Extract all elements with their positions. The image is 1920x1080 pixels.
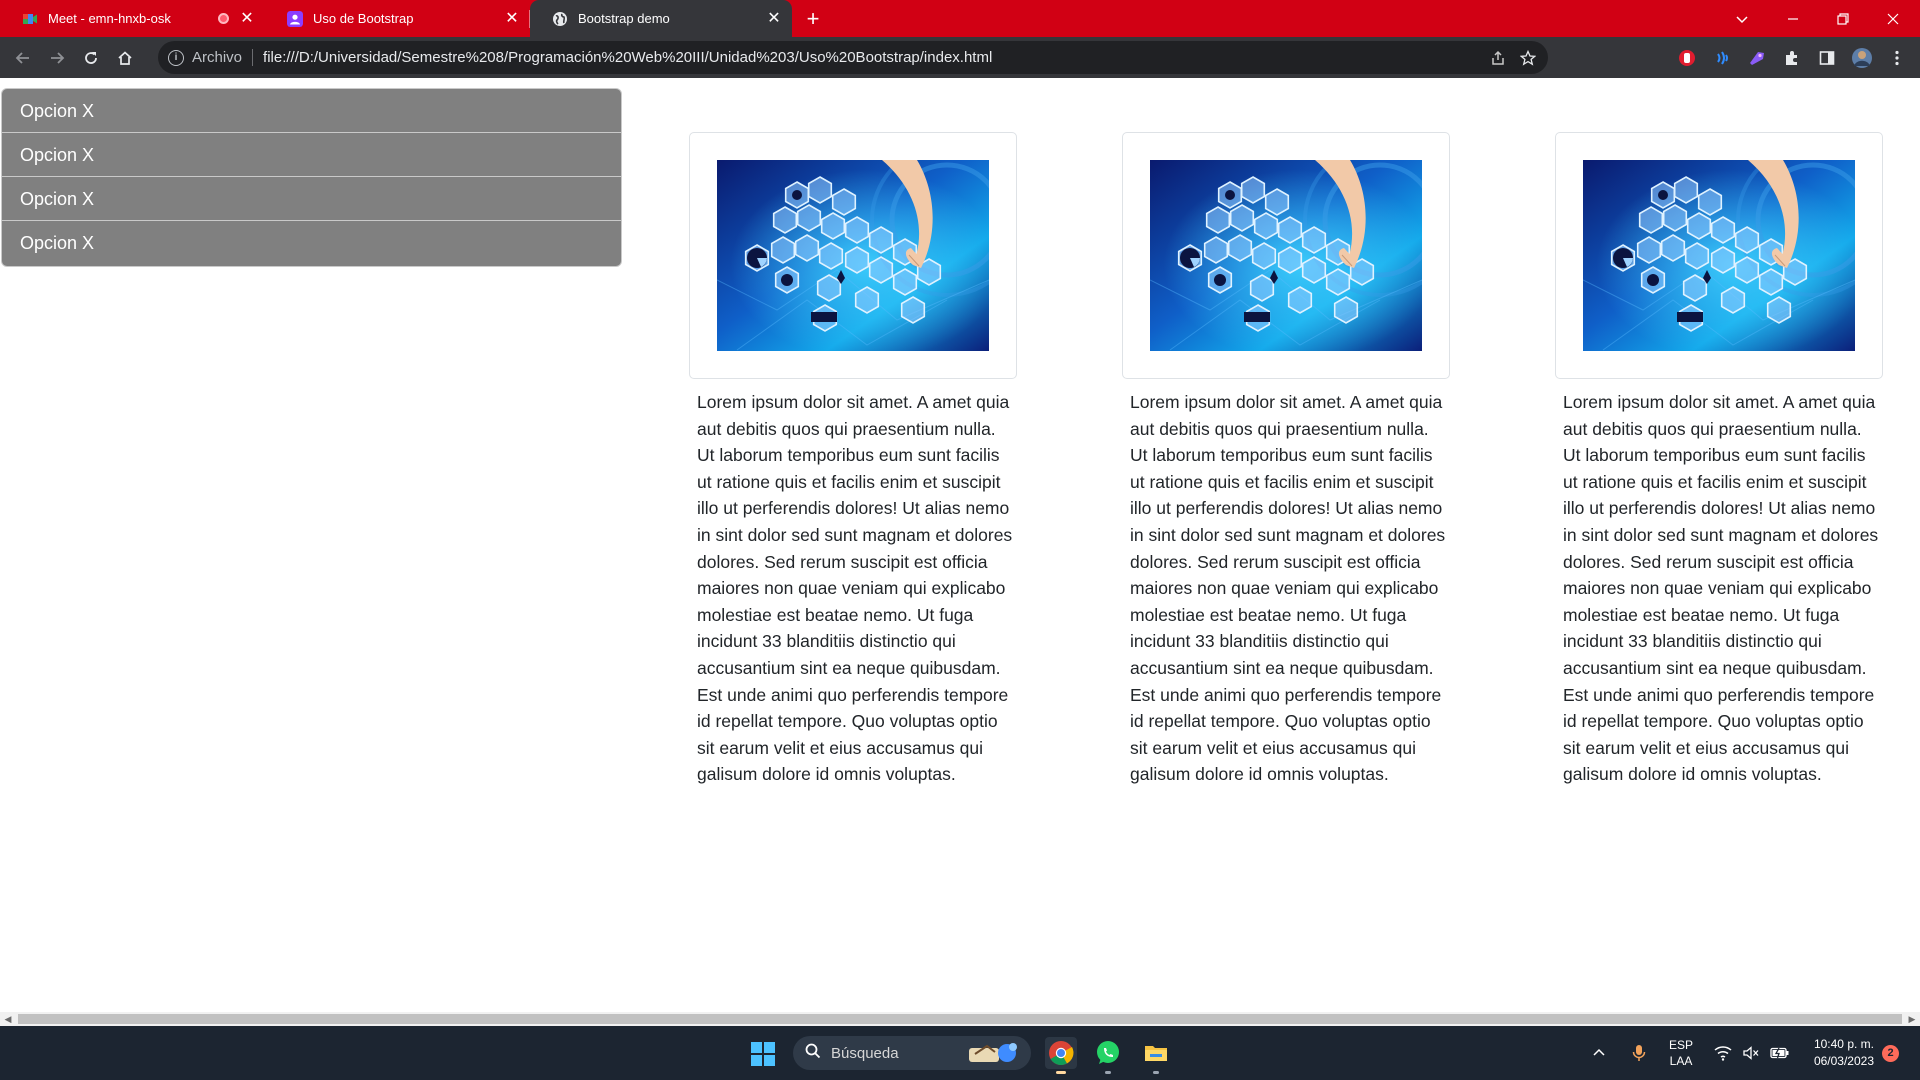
hand-extension-icon[interactable]	[1669, 40, 1704, 75]
keyboard-layout: LAA	[1669, 1054, 1693, 1068]
forward-arrow-icon[interactable]	[40, 41, 74, 75]
sound-waves-extension-icon[interactable]	[1704, 40, 1739, 75]
restore-icon[interactable]	[1818, 0, 1868, 37]
content-card: Lorem ipsum dolor sit amet. A amet quia …	[1122, 132, 1450, 788]
notification-count: 2	[1882, 1044, 1899, 1062]
image-thumbnail	[1555, 132, 1883, 379]
chrome-taskbar-icon[interactable]	[1045, 1037, 1077, 1074]
technology-hexagon-icons-hand-image	[1150, 160, 1422, 351]
google-meet-icon	[23, 13, 37, 24]
reload-icon[interactable]	[74, 41, 108, 75]
windows-start-icon[interactable]	[751, 1042, 775, 1066]
card-paragraph: Lorem ipsum dolor sit amet. A amet quia …	[1130, 392, 1446, 785]
address-bar[interactable]: i Archivo file:///D:/Universidad/Semestr…	[158, 41, 1548, 74]
side-panel-icon[interactable]	[1809, 40, 1844, 75]
minimize-icon[interactable]	[1768, 0, 1818, 37]
site-info-icon[interactable]: i	[168, 49, 184, 66]
profile-avatar[interactable]	[1844, 40, 1879, 75]
technology-hexagon-icons-hand-image	[717, 160, 989, 351]
menu-item[interactable]: Opcion X	[2, 177, 621, 221]
show-hidden-icons-chevron-icon[interactable]	[1592, 1026, 1606, 1080]
globe-icon	[553, 11, 567, 26]
tab-title: Uso de Bootstrap	[313, 11, 414, 26]
tab-search-chevron-icon[interactable]	[1717, 0, 1767, 37]
tab-title: Meet - emn-hnxb-osk	[48, 11, 171, 26]
scroll-left-arrow-icon[interactable]: ◀	[0, 1012, 16, 1026]
side-menu: Opcion X Opcion X Opcion X Opcion X	[1, 88, 622, 267]
scroll-right-arrow-icon[interactable]: ▶	[1904, 1012, 1920, 1026]
speaker-muted-icon	[1743, 1046, 1759, 1060]
app-profile-icon	[287, 10, 303, 27]
content-card: Lorem ipsum dolor sit amet. A amet quia …	[1555, 132, 1883, 788]
address-divider	[252, 49, 254, 66]
image-thumbnail	[689, 132, 1017, 379]
whatsapp-taskbar-icon[interactable]	[1092, 1037, 1124, 1074]
battery-charging-icon	[1770, 1047, 1789, 1059]
horizontal-scrollbar[interactable]: ◀ ▶	[0, 1012, 1920, 1026]
clock-date: 06/03/2023	[1813, 1054, 1874, 1068]
input-language-indicator[interactable]: ESP LAA	[1669, 1026, 1693, 1080]
language-code: ESP	[1669, 1038, 1694, 1052]
file-explorer-taskbar-icon[interactable]	[1140, 1037, 1172, 1074]
bookmark-star-icon[interactable]	[1520, 49, 1536, 66]
recording-indicator-icon	[218, 13, 229, 24]
tab-close-icon[interactable]: ✕	[766, 10, 782, 27]
new-tab-button[interactable]: +	[792, 0, 834, 37]
system-tray-status[interactable]	[1714, 1026, 1790, 1080]
taskbar-search-box[interactable]: Búsqueda	[793, 1036, 1031, 1070]
card-paragraph: Lorem ipsum dolor sit amet. A amet quia …	[1563, 392, 1879, 785]
browser-tab-strip: Meet - emn-hnxb-osk ✕ Uso de Bootstrap ✕…	[0, 0, 1920, 37]
share-icon[interactable]	[1490, 50, 1506, 66]
tab-close-icon[interactable]: ✕	[504, 10, 520, 27]
image-thumbnail	[1122, 132, 1450, 379]
tab-bootstrap-demo[interactable]: Bootstrap demo ✕	[530, 0, 792, 37]
tab-title: Bootstrap demo	[578, 11, 670, 26]
window-close-icon[interactable]	[1868, 0, 1918, 37]
extensions-puzzle-icon[interactable]	[1774, 40, 1809, 75]
address-url[interactable]: file:///D:/Universidad/Semestre%208/Prog…	[263, 49, 992, 66]
content-card: Lorem ipsum dolor sit amet. A amet quia …	[689, 132, 1017, 788]
windows-taskbar: Búsqueda ESP LAA 10:40 p. m. 06/03/2023 …	[0, 1026, 1920, 1080]
browser-toolbar: i Archivo file:///D:/Universidad/Semestr…	[0, 37, 1920, 78]
kebab-menu-icon[interactable]	[1879, 40, 1914, 75]
menu-item[interactable]: Opcion X	[2, 89, 621, 133]
notification-badge[interactable]: 2	[1882, 1026, 1899, 1080]
search-highlight-illustration-icon	[969, 1043, 1017, 1062]
back-arrow-icon[interactable]	[6, 41, 40, 75]
wifi-icon	[1714, 1046, 1732, 1061]
technology-hexagon-icons-hand-image	[1583, 160, 1855, 351]
address-scheme-label: Archivo	[192, 49, 243, 66]
page-viewport: Opcion X Opcion X Opcion X Opcion X Lore…	[0, 78, 1920, 1012]
search-icon	[805, 1043, 821, 1064]
menu-item[interactable]: Opcion X	[2, 133, 621, 177]
purple-rocket-extension-icon[interactable]	[1739, 40, 1774, 75]
card-paragraph: Lorem ipsum dolor sit amet. A amet quia …	[697, 392, 1013, 785]
search-placeholder: Búsqueda	[831, 1044, 899, 1062]
tab-meet[interactable]: Meet - emn-hnxb-osk ✕	[0, 0, 265, 37]
clock[interactable]: 10:40 p. m. 06/03/2023	[1797, 1026, 1874, 1080]
tab-close-icon[interactable]: ✕	[239, 10, 255, 27]
microphone-icon[interactable]	[1632, 1026, 1646, 1080]
home-icon[interactable]	[108, 41, 142, 75]
tab-uso-de-bootstrap[interactable]: Uso de Bootstrap ✕	[265, 0, 530, 37]
menu-item[interactable]: Opcion X	[2, 221, 621, 266]
clock-time: 10:40 p. m.	[1813, 1037, 1874, 1051]
scrollbar-thumb[interactable]	[18, 1014, 1902, 1024]
